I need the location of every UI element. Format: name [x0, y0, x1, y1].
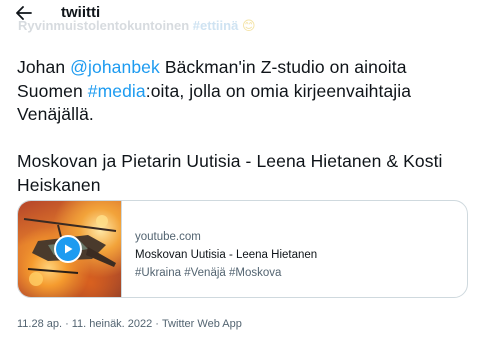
ghost-text: Ryvinmuistolentokuntoinen	[18, 18, 193, 33]
link-preview-card[interactable]: youtube.com Moskovan Uutisia - Leena Hie…	[17, 200, 468, 298]
separator: ·	[65, 318, 69, 330]
ghost-emoji: 😊	[241, 18, 256, 33]
scrolled-content-ghost: Ryvinmuistolentokuntoinen #ettiinä 😊	[18, 18, 256, 34]
tweet-metadata: 11.28 ap. · 11. heinäk. 2022 · Twitter Web A…	[17, 318, 242, 330]
tweet-paragraph-1: Johan @johanbek Bäckman'in Z-studio on a…	[17, 56, 465, 127]
page-title: twiitti	[61, 4, 101, 21]
tweet-paragraph-2: Moskovan ja Pietarin Uutisia - Leena Hie…	[17, 151, 443, 195]
card-title: Moskovan Uutisia - Leena Hietanen	[135, 249, 318, 261]
card-thumbnail[interactable]	[18, 201, 122, 297]
card-domain: youtube.com	[135, 231, 201, 243]
arrow-left-icon	[16, 6, 32, 20]
tweet-source[interactable]: Twitter Web App	[162, 318, 242, 330]
hashtag-link[interactable]: #media	[88, 81, 146, 101]
tweet-text-segment: Johan	[17, 57, 71, 77]
tweet-time[interactable]: 11.28 ap.	[17, 318, 62, 330]
header-bar: Ryvinmuistolentokuntoinen #ettiinä 😊 twi…	[0, 0, 478, 34]
play-icon	[65, 244, 73, 254]
separator: ·	[155, 318, 159, 330]
tweet-date[interactable]: 11. heinäk. 2022	[72, 318, 153, 330]
tweet-text: Johan @johanbek Bäckman'in Z-studio on a…	[17, 56, 465, 197]
card-body: youtube.com Moskovan Uutisia - Leena Hie…	[122, 201, 317, 297]
ghost-hashtag: #ettiinä	[192, 18, 239, 33]
back-button[interactable]	[14, 3, 34, 23]
card-description: #Ukraina #Venäjä #Moskova	[135, 267, 282, 279]
play-button[interactable]	[54, 235, 82, 263]
mention-link[interactable]: @johanbek	[70, 57, 160, 77]
